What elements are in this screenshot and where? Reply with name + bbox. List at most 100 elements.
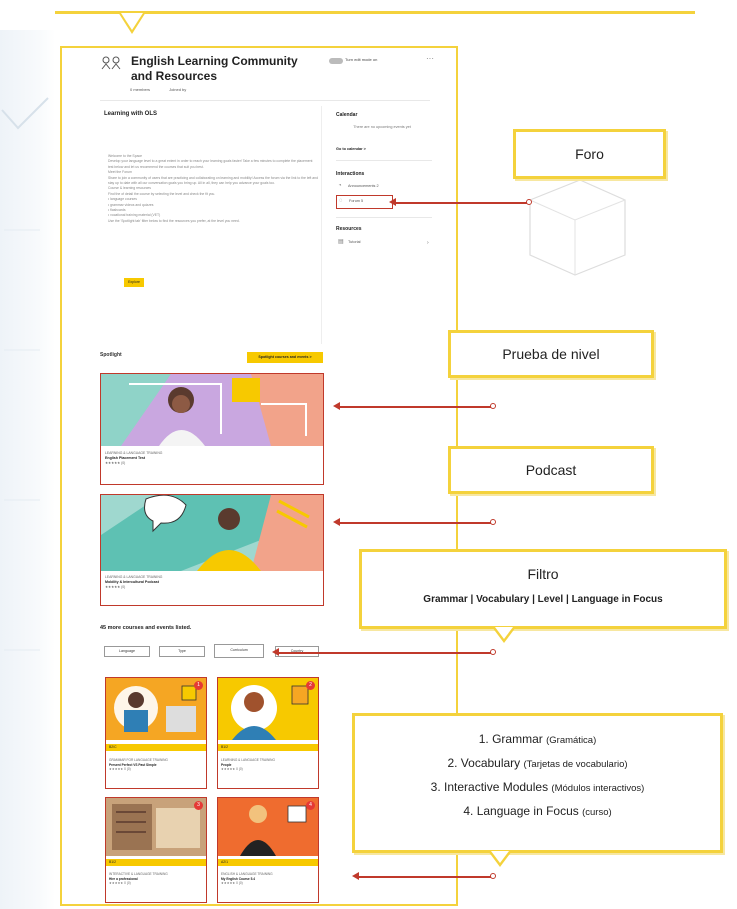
list-num-4: 4. [463, 804, 474, 818]
interaction-forum[interactable]: ◌ Forum 5 [336, 195, 393, 209]
top-decorative-line [55, 11, 695, 14]
list-num-2: 2. [447, 756, 458, 770]
community-logo-icon [100, 54, 122, 76]
filter-type[interactable]: Type [159, 646, 205, 657]
chat-icon: ◌ [339, 198, 343, 204]
learning-body: Welcome to the Space Develop your langua… [108, 154, 318, 223]
callout-list: 1. Grammar (Gramática) 2. Vocabulary (Ta… [352, 713, 723, 853]
edit-mode-toggle[interactable] [329, 58, 343, 64]
vocabulary-card-image [218, 678, 318, 740]
explore-button[interactable]: Explore [124, 278, 144, 287]
grammar-title: Present Perfect VS Past Simple [109, 762, 157, 767]
grammar-card-image [106, 678, 206, 740]
grid-card-language-focus[interactable]: 4 A2/1 ENGLISH & LANGUAGE TRAINING My En… [217, 797, 319, 903]
vocabulary-title: People [221, 762, 232, 767]
spotlight-card-podcast[interactable]: LEARNING & LANGUAGE TRAINING Mobility & … [100, 494, 324, 606]
interactive-rating: ★★★★★ 0 (0) [109, 881, 131, 886]
community-meta: 0 members Joined by [130, 87, 204, 92]
spotlight-card-placement-test[interactable]: LEARNING & LANGUAGE TRAINING English Pla… [100, 373, 324, 485]
arrow-podcast-dot [490, 519, 496, 525]
placement-test-rating: ★★★★★ (0) [105, 461, 126, 465]
grid-card-vocabulary[interactable]: 2 B1/2 LEARNING & LANGUAGE TRAINING Peop… [217, 677, 319, 789]
language-focus-level-bar: A2/1 [218, 859, 318, 866]
list-sub-3: (Módulos interactivos) [551, 783, 645, 794]
list-sub-1: (Gramática) [546, 735, 597, 746]
learning-section [100, 106, 322, 344]
vocabulary-info: LEARNING & LANGUAGE TRAINING People ★★★★… [221, 758, 311, 772]
tutorial-label: Tutorial [348, 240, 361, 244]
grid-card-number: 4 [306, 801, 315, 810]
list-main-2: Vocabulary [460, 756, 521, 770]
grid-card-interactive[interactable]: 3 B1/2 INTERACTIVE & LANGUAGE TRAINING H… [105, 797, 207, 903]
calendar-message: There are no upcoming events yet [353, 125, 411, 129]
filter-language[interactable]: Language [104, 646, 150, 657]
grammar-rating: ★★★★★ 0 (0) [109, 767, 131, 772]
calendar-link[interactable]: Go to calendar > [336, 147, 366, 151]
grammar-info: GRAMMAR FOR LANGUAGE TRAINING Present Pe… [109, 758, 199, 772]
spotlight-button[interactable]: Spotlight courses and events > [247, 352, 323, 363]
callout-filtro: Filtro Grammar | Vocabulary | Level | La… [359, 549, 727, 629]
interactive-info: INTERACTIVE & LANGUAGE TRAINING Hire a p… [109, 872, 199, 886]
grammar-level-bar: B2/C [106, 744, 206, 751]
arrow-foro-dot [526, 199, 532, 205]
grid-card-number: 2 [306, 681, 315, 690]
list-main-3: Interactive Modules [444, 780, 549, 794]
arrow-prueba-head [333, 402, 340, 410]
arrow-podcast-line [339, 522, 494, 524]
grid-card-number: 1 [194, 681, 203, 690]
cube-decoration-icon [529, 179, 626, 276]
vocabulary-rating: ★★★★★ 0 (0) [221, 767, 243, 772]
interactive-title: Hire a professional [109, 876, 138, 881]
podcast-rating: ★★★★★ (0) [105, 585, 126, 589]
top-notch-inner [121, 13, 143, 30]
resource-tutorial[interactable]: ▤ Tutorial [336, 237, 432, 247]
arrow-list-line [358, 876, 494, 878]
grid-card-grammar[interactable]: 1 B2/C GRAMMAR FOR LANGUAGE TRAINING Pre… [105, 677, 207, 789]
members-count[interactable]: 0 members [130, 87, 150, 92]
left-decoration [0, 30, 55, 909]
language-focus-card-image [218, 798, 318, 856]
arrow-foro-head [389, 198, 396, 206]
placement-test-image [101, 374, 323, 446]
callout-list-item-3: 3. Interactive Modules (Módulos interact… [355, 776, 720, 800]
announcements-label: Announcements 2 [348, 184, 379, 188]
checkmark-decoration-icon [1, 97, 49, 651]
interactive-level: B1/2 [109, 860, 116, 864]
callout-list-item-4: 4. Language in Focus (curso) [355, 800, 720, 824]
callout-prueba: Prueba de nivel [448, 330, 654, 378]
edit-mode-label: Turn edit mode on [345, 57, 378, 62]
grammar-level: B2/C [109, 745, 117, 749]
callout-list-item-1: 1. Grammar (Gramática) [355, 728, 720, 752]
arrow-prueba-dot [490, 403, 496, 409]
resources-title: Resources [336, 226, 362, 232]
language-focus-level: A2/1 [221, 860, 228, 864]
arrow-foro-line [394, 202, 530, 204]
community-title: English Learning Community and Resources [131, 54, 298, 83]
vocabulary-level-bar: B1/2 [218, 744, 318, 751]
more-options-icon[interactable]: ··· [426, 54, 434, 63]
forum-label: Forum 5 [349, 199, 364, 203]
callout-list-item-2: 2. Vocabulary (Tarjetas de vocabulario) [355, 752, 720, 776]
filter-curriculum[interactable]: Curriculum [214, 644, 264, 658]
arrow-prueba-line [339, 406, 494, 408]
list-main-4: Language in Focus [476, 804, 579, 818]
placement-test-footer: LEARNING & LANGUAGE TRAINING English Pla… [105, 451, 162, 466]
placement-test-title: English Placement Test [105, 456, 146, 460]
learning-title: Learning with OLS [104, 111, 158, 117]
callout-foro-text: Foro [575, 146, 604, 162]
list-sub-4: (curso) [582, 807, 612, 818]
interaction-announcements[interactable]: ◔ Announcements 2 [336, 181, 432, 191]
listing-title: 45 more courses and events listed. [100, 625, 192, 631]
interactive-card-image [106, 798, 206, 856]
podcast-image [101, 495, 323, 571]
callout-foro: Foro [513, 129, 666, 179]
calendar-divider [336, 160, 432, 161]
joined-by[interactable]: Joined by [169, 87, 186, 92]
tutorial-chevron-icon[interactable]: › [427, 240, 429, 246]
language-focus-info: ENGLISH & LANGUAGE TRAINING My English C… [221, 872, 311, 886]
interactions-divider [336, 217, 432, 218]
arrow-list-head [352, 872, 359, 880]
arrow-filtro-line [278, 652, 494, 654]
grid-card-number: 3 [194, 801, 203, 810]
arrow-podcast-head [333, 518, 340, 526]
